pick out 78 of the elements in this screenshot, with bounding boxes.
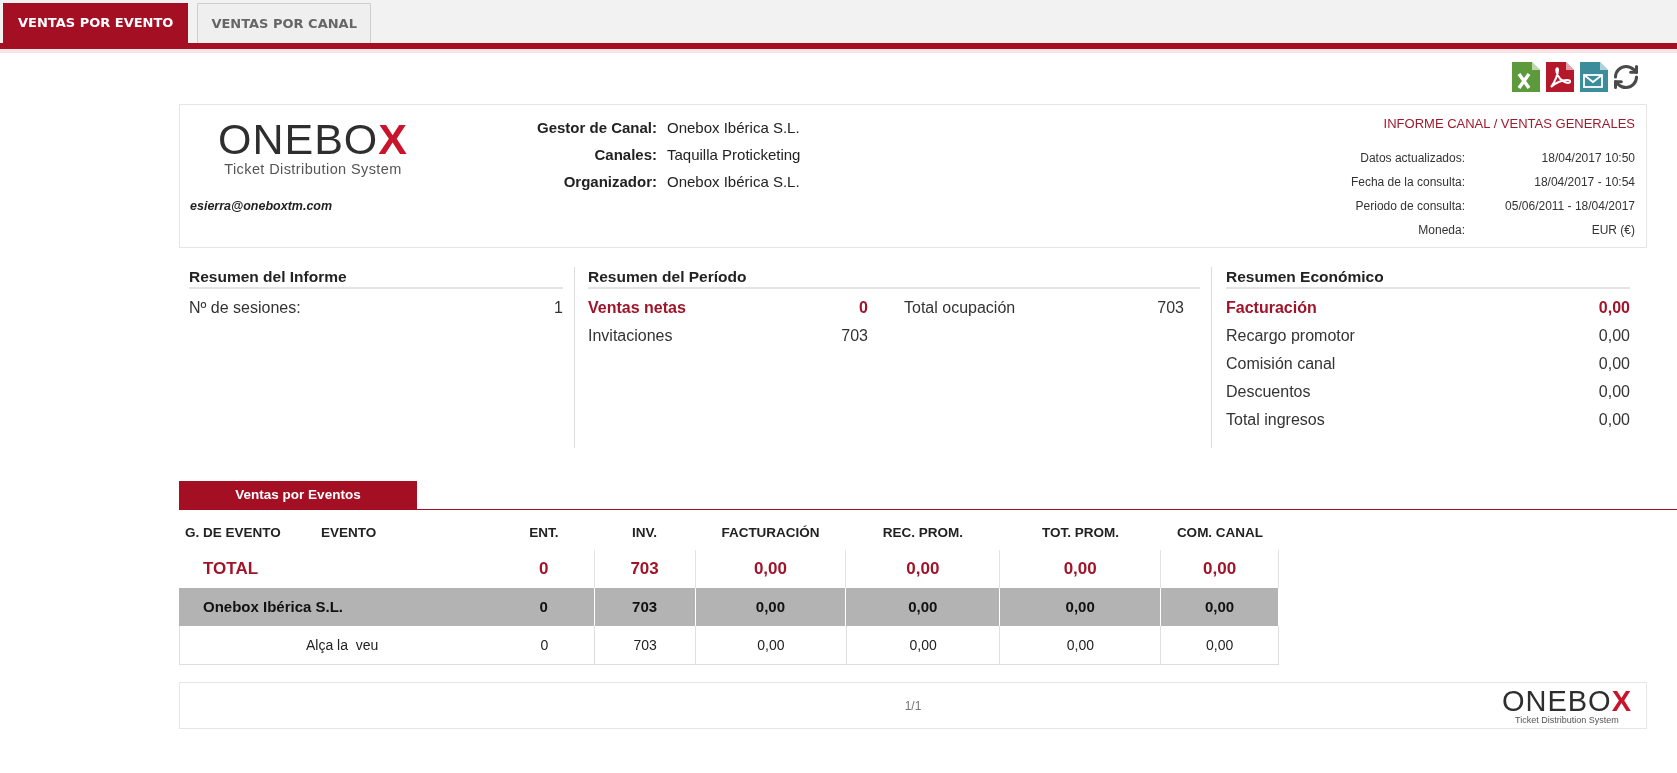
column-header: ENT. xyxy=(529,525,559,542)
logo-tagline: Ticket Distribution System xyxy=(1515,715,1619,726)
group-value: 0 xyxy=(539,596,548,617)
column-header: INV. xyxy=(632,525,657,542)
spreadsheet-file-icon[interactable] xyxy=(1510,62,1540,92)
meta-value: EUR (€) xyxy=(1590,222,1635,239)
tab[interactable]: VENTAS POR EVENTO xyxy=(3,3,189,43)
meta-value: 18/04/2017 10:50 xyxy=(1540,150,1635,167)
summary-value: 0,00 xyxy=(1598,298,1630,318)
summary-value: 0,00 xyxy=(1598,354,1630,374)
column-header: TOT. PROM. xyxy=(1042,525,1119,542)
document-file-icon[interactable] xyxy=(1544,62,1574,92)
column-header: FACTURACIÓN xyxy=(721,525,820,542)
summary-heading: Resumen Económico xyxy=(1226,267,1630,289)
user-email: esierra@oneboxtm.com xyxy=(190,198,333,214)
total-value: 0,00 xyxy=(1063,558,1097,581)
summary-label: Comisión canal xyxy=(1226,354,1336,374)
column-header: REC. PROM. xyxy=(882,525,964,542)
group-value: 0,00 xyxy=(908,596,938,617)
total-value: 0,00 xyxy=(753,558,787,581)
total-value: 0,00 xyxy=(906,558,940,581)
event-value: 0,00 xyxy=(1205,635,1234,655)
group-name: Onebox Ibérica S.L. xyxy=(202,596,344,617)
summary-label: Total ingresos xyxy=(1226,410,1325,430)
summary-label: Facturación xyxy=(1226,298,1317,318)
report-title: INFORME CANAL / VENTAS GENERALES xyxy=(1383,115,1635,133)
summary-label: Recargo promotor xyxy=(1226,326,1355,346)
logo-tagline: Ticket Distribution System xyxy=(224,161,402,177)
event-name: Alça la veu xyxy=(305,635,379,655)
event-value: 0 xyxy=(540,635,549,655)
event-value: 703 xyxy=(633,635,657,655)
info-label: Canales: xyxy=(593,145,657,166)
summary-label: Descuentos xyxy=(1226,382,1311,402)
summary-value: 703 xyxy=(841,326,868,346)
meta-label: Fecha de la consulta: xyxy=(1350,174,1465,191)
meta-value: 18/04/2017 - 10:54 xyxy=(1533,174,1635,191)
logo-wordmark: ONEBOX xyxy=(1501,687,1632,715)
summary-value: 703 xyxy=(1157,298,1184,318)
event-value: 0,00 xyxy=(909,635,937,655)
meta-label: Moneda: xyxy=(1417,222,1465,239)
summary-label: Ventas netas xyxy=(588,298,686,318)
event-value: 0,00 xyxy=(757,635,785,655)
summary-label: Invitaciones xyxy=(588,326,673,346)
tab[interactable]: VENTAS POR CANAL xyxy=(197,3,371,43)
total-value: 0,00 xyxy=(1203,558,1237,581)
column-header: COM. CANAL xyxy=(1176,525,1264,542)
envelope-file-icon[interactable] xyxy=(1578,62,1608,92)
meta-label: Datos actualizados: xyxy=(1359,150,1465,167)
summary-heading: Resumen del Período xyxy=(588,267,1200,289)
section-heading: Ventas por Eventos xyxy=(179,481,417,509)
group-value: 0,00 xyxy=(1204,596,1235,617)
total-value: 0 xyxy=(538,558,549,581)
total-value: 703 xyxy=(630,558,659,581)
summary-value: 0,00 xyxy=(1598,326,1630,346)
meta-value: 05/06/2011 - 18/04/2017 xyxy=(1504,198,1635,215)
group-value: 703 xyxy=(632,596,658,617)
summary-value: 0 xyxy=(859,298,868,318)
event-value: 0,00 xyxy=(1066,635,1094,655)
logo-wordmark: ONEBOX xyxy=(218,117,408,161)
refresh-icon[interactable] xyxy=(1612,63,1640,91)
info-value: Onebox Ibérica S.L. xyxy=(667,118,801,139)
summary-label: Nº de sesiones: xyxy=(189,298,301,318)
meta-label: Periodo de consulta: xyxy=(1354,198,1465,215)
summary-label: Total ocupación xyxy=(904,298,1016,318)
info-label: Gestor de Canal: xyxy=(535,118,657,139)
summary-value: 0,00 xyxy=(1598,382,1630,402)
column-header: G. DE EVENTO xyxy=(185,525,281,540)
info-value: Onebox Ibérica S.L. xyxy=(667,172,801,193)
total-label: TOTAL xyxy=(202,558,259,581)
summary-value: 1 xyxy=(554,298,563,318)
summary-value: 0,00 xyxy=(1598,410,1630,430)
info-value: Taquilla Proticketing xyxy=(667,145,801,166)
info-label: Organizador: xyxy=(562,172,657,193)
page-number: 1/1 xyxy=(904,697,922,715)
summary-heading: Resumen del Informe xyxy=(189,267,563,289)
group-value: 0,00 xyxy=(1065,596,1095,617)
group-value: 0,00 xyxy=(755,596,786,617)
column-header: EVENTO xyxy=(321,525,377,541)
